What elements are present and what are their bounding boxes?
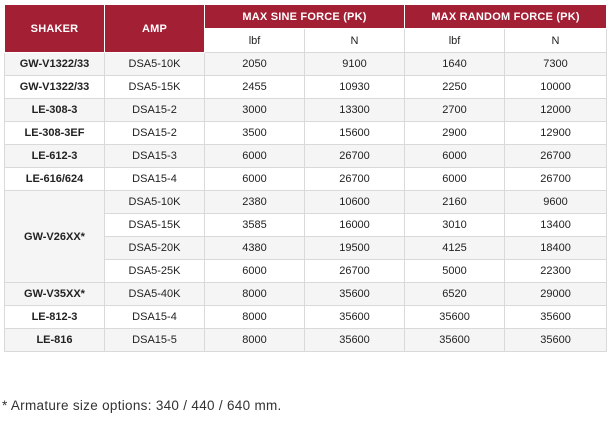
shaker-cell: GW-V1322/33 xyxy=(4,75,105,99)
sine-lbf-cell: 2050 xyxy=(204,52,305,76)
sine-n-cell: 16000 xyxy=(303,213,406,237)
shaker-cell: LE-612-3 xyxy=(4,144,105,168)
random-n-cell: 26700 xyxy=(504,144,608,168)
table-row: LE-612-3 DSA15-3 6000 26700 6000 26700 xyxy=(4,144,608,168)
page: SHAKER AMP MAX SINE FORCE (PK) MAX RANDO… xyxy=(0,0,612,442)
table-row: GW-V1322/33 DSA5-10K 2050 9100 1640 7300 xyxy=(4,52,608,76)
amp-cell: DSA15-4 xyxy=(104,167,205,191)
sine-lbf-cell: 3000 xyxy=(204,98,305,122)
random-n-cell: 7300 xyxy=(504,52,608,76)
sine-n-cell: 10600 xyxy=(303,190,406,214)
random-n-cell: 12000 xyxy=(504,98,608,122)
random-lbf-cell: 35600 xyxy=(404,305,506,329)
random-lbf-cell: 6520 xyxy=(404,282,506,306)
sine-lbf-cell: 6000 xyxy=(204,259,305,283)
shaker-cell: GW-V26XX* xyxy=(4,190,105,283)
random-n-cell: 18400 xyxy=(504,236,608,260)
random-lbf-cell: 6000 xyxy=(404,144,506,168)
amp-cell: DSA5-20K xyxy=(104,236,205,260)
header-max-sine-force: MAX SINE FORCE (PK) xyxy=(203,4,406,29)
table-body: GW-V1322/33 DSA5-10K 2050 9100 1640 7300 GW-V1… xyxy=(4,52,608,352)
sine-n-cell: 19500 xyxy=(303,236,406,260)
random-lbf-cell: 2160 xyxy=(404,190,506,214)
amp-cell: DSA15-5 xyxy=(104,328,205,352)
shaker-cell: GW-V1322/33 xyxy=(4,52,105,76)
sine-n-cell: 35600 xyxy=(303,282,406,306)
random-lbf-cell: 6000 xyxy=(404,167,506,191)
random-lbf-cell: 35600 xyxy=(404,328,506,352)
amp-cell: DSA15-4 xyxy=(104,305,205,329)
header-amp: AMP xyxy=(104,4,205,53)
random-lbf-cell: 1640 xyxy=(404,52,506,76)
unit-random-lbf: lbf xyxy=(404,28,506,53)
sine-n-cell: 35600 xyxy=(303,328,406,352)
random-n-cell: 12900 xyxy=(504,121,608,145)
random-n-cell: 26700 xyxy=(504,167,608,191)
shaker-cell: LE-812-3 xyxy=(4,305,105,329)
sine-n-cell: 26700 xyxy=(303,144,406,168)
shaker-cell: GW-V35XX* xyxy=(4,282,105,306)
sine-n-cell: 26700 xyxy=(303,167,406,191)
table-row: GW-V26XX* DSA5-10K 2380 10600 2160 9600 xyxy=(4,190,608,283)
sine-lbf-cell: 2455 xyxy=(204,75,305,99)
sine-lbf-cell: 6000 xyxy=(204,144,305,168)
amp-cell: DSA5-40K xyxy=(104,282,205,306)
sine-n-cell: 10930 xyxy=(303,75,406,99)
footnote: * Armature size options: 340 / 440 / 640… xyxy=(2,398,282,413)
sine-lbf-cell: 6000 xyxy=(204,167,305,191)
shaker-cell: LE-816 xyxy=(4,328,105,352)
shaker-cell: LE-308-3 xyxy=(4,98,105,122)
sine-n-cell: 26700 xyxy=(303,259,406,283)
amp-cell: DSA15-3 xyxy=(104,144,205,168)
amp-cell: DSA15-2 xyxy=(104,121,205,145)
table-row: LE-816 DSA15-5 8000 35600 35600 35600 xyxy=(4,328,608,352)
table-row: LE-308-3EF DSA15-2 3500 15600 2900 12900 xyxy=(4,121,608,145)
amp-cell: DSA15-2 xyxy=(104,98,205,122)
sine-lbf-cell: 2380 xyxy=(204,190,305,214)
amp-cell: DSA5-25K xyxy=(104,259,205,283)
unit-sine-lbf: lbf xyxy=(204,28,305,53)
sine-lbf-cell: 4380 xyxy=(204,236,305,260)
unit-sine-n: N xyxy=(303,28,406,53)
shaker-spec-table: SHAKER AMP MAX SINE FORCE (PK) MAX RANDO… xyxy=(4,4,608,352)
random-lbf-cell: 5000 xyxy=(404,259,506,283)
random-n-cell: 10000 xyxy=(504,75,608,99)
random-n-cell: 35600 xyxy=(504,328,608,352)
amp-cell: DSA5-10K xyxy=(104,52,205,76)
shaker-cell: LE-308-3EF xyxy=(4,121,105,145)
table-row: GW-V35XX* DSA5-40K 8000 35600 6520 29000 xyxy=(4,282,608,306)
header-shaker: SHAKER xyxy=(4,4,105,53)
sine-lbf-cell: 8000 xyxy=(204,305,305,329)
sine-lbf-cell: 3585 xyxy=(204,213,305,237)
sine-n-cell: 9100 xyxy=(303,52,406,76)
sine-n-cell: 35600 xyxy=(303,305,406,329)
random-lbf-cell: 2250 xyxy=(404,75,506,99)
table-header-row: SHAKER AMP MAX SINE FORCE (PK) MAX RANDO… xyxy=(4,4,608,53)
sine-n-cell: 13300 xyxy=(303,98,406,122)
amp-cell: DSA5-15K xyxy=(104,213,205,237)
shaker-cell: LE-616/624 xyxy=(4,167,105,191)
sine-lbf-cell: 3500 xyxy=(204,121,305,145)
random-n-cell: 29000 xyxy=(504,282,608,306)
sine-lbf-cell: 8000 xyxy=(204,282,305,306)
sine-lbf-cell: 8000 xyxy=(204,328,305,352)
random-n-cell: 35600 xyxy=(504,305,608,329)
random-lbf-cell: 2900 xyxy=(404,121,506,145)
random-lbf-cell: 3010 xyxy=(404,213,506,237)
random-n-cell: 13400 xyxy=(504,213,608,237)
random-n-cell: 22300 xyxy=(504,259,608,283)
unit-random-n: N xyxy=(504,28,608,53)
header-max-random-force: MAX RANDOM FORCE (PK) xyxy=(404,4,608,29)
table-row: LE-812-3 DSA15-4 8000 35600 35600 35600 xyxy=(4,305,608,329)
random-lbf-cell: 2700 xyxy=(404,98,506,122)
amp-cell: DSA5-15K xyxy=(104,75,205,99)
sine-n-cell: 15600 xyxy=(303,121,406,145)
random-lbf-cell: 4125 xyxy=(404,236,506,260)
random-n-cell: 9600 xyxy=(504,190,608,214)
amp-cell: DSA5-10K xyxy=(104,190,205,214)
table-row: LE-308-3 DSA15-2 3000 13300 2700 12000 xyxy=(4,98,608,122)
table-row: GW-V1322/33 DSA5-15K 2455 10930 2250 10000 xyxy=(4,75,608,99)
table-row: LE-616/624 DSA15-4 6000 26700 6000 26700 xyxy=(4,167,608,191)
